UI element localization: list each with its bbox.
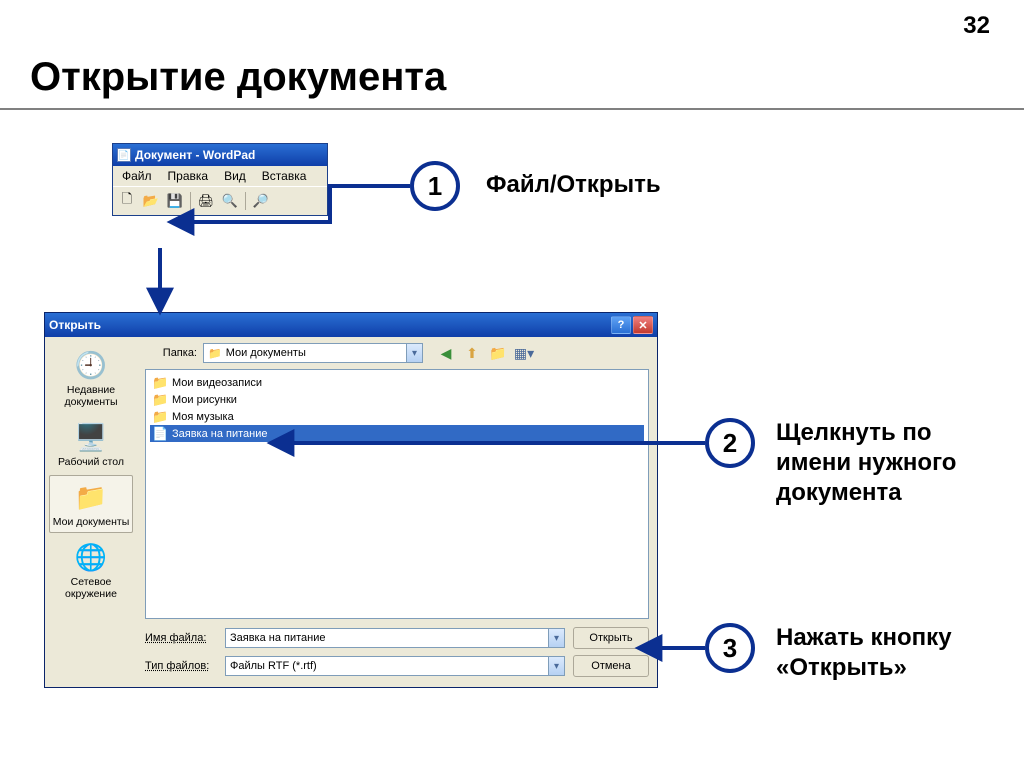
step-badge-2: 2	[705, 418, 755, 468]
filename-combo[interactable]: Заявка на питание ▾	[225, 628, 565, 648]
list-item-selected[interactable]: 📄 Заявка на питание	[150, 425, 644, 442]
file-name: Заявка на питание	[172, 428, 268, 440]
list-item[interactable]: 📁 Моя музыка	[150, 408, 644, 425]
filetype-label: Тип файлов:	[145, 660, 217, 672]
toolbar-separator	[190, 192, 191, 210]
place-label: Сетевое окружение	[52, 576, 130, 600]
viewmenu-icon[interactable]: ▦▾	[513, 343, 535, 363]
open-button[interactable]: Открыть	[573, 627, 649, 649]
bottom-rows: Имя файла: Заявка на питание ▾ Открыть Т…	[137, 619, 657, 687]
step-badge-3: 3	[705, 623, 755, 673]
help-button[interactable]: ?	[611, 316, 631, 334]
place-label: Недавние документы	[52, 384, 130, 408]
file-name: Мои видеозаписи	[172, 377, 262, 389]
wordpad-app-icon: 📄	[117, 148, 131, 162]
menu-file[interactable]: Файл	[115, 168, 159, 184]
new-icon[interactable]: 🗋	[116, 190, 138, 212]
lookin-combo[interactable]: 📁 Мои документы ▾	[203, 343, 423, 363]
filetype-value: Файлы RTF (*.rtf)	[230, 660, 317, 672]
place-label: Рабочий стол	[58, 456, 124, 468]
find-icon[interactable]: 🔎	[250, 190, 272, 212]
cancel-button[interactable]: Отмена	[573, 655, 649, 677]
recent-icon: 🕘	[74, 348, 108, 382]
back-icon[interactable]: ◀	[435, 343, 457, 363]
up-icon[interactable]: ⬆	[461, 343, 483, 363]
network-icon: 🌐	[74, 540, 108, 574]
wordpad-titlebar: 📄 Документ - WordPad	[113, 144, 327, 166]
menu-insert[interactable]: Вставка	[255, 168, 314, 184]
dialog-title: Открыть	[49, 318, 101, 332]
filename-value: Заявка на питание	[230, 632, 326, 644]
step-text-1: Файл/Открыть	[486, 170, 661, 200]
close-button[interactable]: ✕	[633, 316, 653, 334]
dialog-titlebar: Открыть ? ✕	[45, 313, 657, 337]
chevron-down-icon[interactable]: ▾	[548, 657, 564, 675]
lookin-label: Папка:	[143, 347, 197, 359]
place-desktop[interactable]: 🖥️ Рабочий стол	[49, 415, 133, 473]
folder-icon: 📁	[152, 392, 168, 408]
place-recent[interactable]: 🕘 Недавние документы	[49, 343, 133, 413]
menu-edit[interactable]: Правка	[161, 168, 216, 184]
open-dialog: Открыть ? ✕ 🕘 Недавние документы 🖥️ Рабо…	[44, 312, 658, 688]
toolbar-separator	[245, 192, 246, 210]
dialog-body: 🕘 Недавние документы 🖥️ Рабочий стол 📁 М…	[45, 337, 657, 687]
chevron-down-icon[interactable]: ▾	[406, 344, 422, 362]
list-item[interactable]: 📁 Мои рисунки	[150, 391, 644, 408]
title-divider	[0, 108, 1024, 110]
file-list[interactable]: 📁 Мои видеозаписи 📁 Мои рисунки 📁 Моя му…	[145, 369, 649, 619]
wordpad-window: 📄 Документ - WordPad Файл Правка Вид Вст…	[112, 143, 328, 216]
nav-icons: ◀ ⬆ 📁 ▦▾	[435, 343, 535, 363]
file-name: Мои рисунки	[172, 394, 237, 406]
mydocs-icon: 📁	[74, 480, 108, 514]
folder-icon: 📁	[152, 409, 168, 425]
lookin-value: Мои документы	[226, 347, 306, 359]
place-label: Мои документы	[53, 516, 130, 528]
place-network[interactable]: 🌐 Сетевое окружение	[49, 535, 133, 605]
dialog-main: Папка: 📁 Мои документы ▾ ◀ ⬆ 📁 ▦▾ 📁 Мои …	[137, 337, 657, 687]
wordpad-toolbar: 🗋 📂 💾 🖨 🔍 🔎	[113, 186, 327, 215]
file-name: Моя музыка	[172, 411, 234, 423]
print-icon[interactable]: 🖨	[195, 190, 217, 212]
chevron-down-icon[interactable]: ▾	[548, 629, 564, 647]
page-number: 32	[963, 12, 990, 40]
list-item[interactable]: 📁 Мои видеозаписи	[150, 374, 644, 391]
step-text-3: Нажать кнопку «Открыть»	[776, 623, 996, 683]
menu-view[interactable]: Вид	[217, 168, 253, 184]
folder-icon: 📁	[152, 375, 168, 391]
step-text-2: Щелкнуть по имени нужного документа	[776, 418, 996, 508]
open-icon[interactable]: 📂	[140, 190, 162, 212]
places-bar: 🕘 Недавние документы 🖥️ Рабочий стол 📁 М…	[45, 337, 137, 687]
desktop-icon: 🖥️	[74, 420, 108, 454]
folder-icon: 📁	[208, 347, 222, 360]
step-badge-1: 1	[410, 161, 460, 211]
document-icon: 📄	[152, 426, 168, 442]
preview-icon[interactable]: 🔍	[219, 190, 241, 212]
wordpad-menubar: Файл Правка Вид Вставка	[113, 166, 327, 186]
place-mydocs[interactable]: 📁 Мои документы	[49, 475, 133, 533]
save-icon[interactable]: 💾	[164, 190, 186, 212]
filetype-combo[interactable]: Файлы RTF (*.rtf) ▾	[225, 656, 565, 676]
page-title: Открытие документа	[30, 55, 446, 100]
wordpad-title: Документ - WordPad	[135, 148, 255, 162]
newfolder-icon[interactable]: 📁	[487, 343, 509, 363]
filename-label: Имя файла:	[145, 632, 217, 644]
lookin-row: Папка: 📁 Мои документы ▾ ◀ ⬆ 📁 ▦▾	[137, 337, 657, 369]
